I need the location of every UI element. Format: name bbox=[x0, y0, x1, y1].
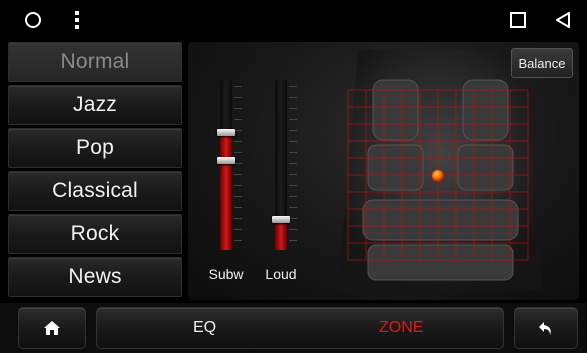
preset-jazz[interactable]: Jazz bbox=[8, 85, 182, 125]
slider-tick bbox=[289, 218, 297, 219]
slider-tick bbox=[289, 152, 297, 153]
subwoofer-knob-upper[interactable] bbox=[217, 157, 235, 164]
slider-tick bbox=[289, 207, 297, 208]
slider-tick bbox=[289, 240, 297, 241]
slider-tick bbox=[289, 130, 297, 131]
subwoofer-label: Subw bbox=[208, 266, 244, 282]
slider-tick bbox=[289, 196, 297, 197]
slider-tick bbox=[234, 97, 242, 98]
slider-tick bbox=[289, 97, 297, 98]
home-icon bbox=[44, 321, 60, 335]
slider-tick bbox=[234, 240, 242, 241]
preset-normal[interactable]: Normal bbox=[8, 42, 182, 82]
square-icon[interactable] bbox=[503, 0, 533, 40]
preset-classical[interactable]: Classical bbox=[8, 171, 182, 211]
slider-tick bbox=[234, 207, 242, 208]
loudness-knob[interactable] bbox=[272, 216, 290, 223]
slider-tick bbox=[234, 130, 242, 131]
loudness-slider[interactable]: Loud bbox=[263, 80, 299, 282]
circle-icon[interactable] bbox=[18, 0, 48, 40]
slider-tick bbox=[234, 218, 242, 219]
slider-tick bbox=[234, 174, 242, 175]
slider-tick bbox=[234, 86, 242, 87]
seat-map[interactable] bbox=[318, 50, 563, 300]
slider-tick bbox=[289, 163, 297, 164]
slider-tick bbox=[289, 108, 297, 109]
subwoofer-fill bbox=[220, 133, 232, 250]
loudness-ticks bbox=[289, 86, 297, 246]
slider-tick bbox=[289, 86, 297, 87]
tab-zone[interactable]: ZONE bbox=[379, 319, 423, 337]
loudness-label: Loud bbox=[265, 266, 297, 282]
slider-tick bbox=[234, 141, 242, 142]
slider-tick bbox=[234, 108, 242, 109]
preset-rock[interactable]: Rock bbox=[8, 214, 182, 254]
slider-tick bbox=[234, 229, 242, 230]
slider-tick bbox=[234, 185, 242, 186]
slider-tick bbox=[289, 141, 297, 142]
slider-tick bbox=[234, 196, 242, 197]
slider-tick bbox=[289, 174, 297, 175]
subwoofer-knob[interactable] bbox=[217, 129, 235, 136]
preset-news[interactable]: News bbox=[8, 257, 182, 297]
triangle-back-icon[interactable] bbox=[548, 0, 578, 40]
slider-tick bbox=[289, 229, 297, 230]
subwoofer-ticks bbox=[234, 86, 242, 246]
slider-tick bbox=[234, 152, 242, 153]
home-button[interactable] bbox=[18, 307, 86, 349]
slider-tick bbox=[289, 185, 297, 186]
slider-tick bbox=[234, 119, 242, 120]
preset-list: Normal Jazz Pop Classical Rock News bbox=[8, 42, 182, 300]
balance-button[interactable]: Balance bbox=[511, 48, 573, 78]
subwoofer-slider[interactable]: Subw bbox=[208, 80, 244, 282]
back-arrow-icon bbox=[539, 322, 551, 335]
zone-panel: Subw Loud Balance bbox=[188, 42, 579, 300]
status-bar bbox=[0, 0, 587, 40]
slider-tick bbox=[289, 119, 297, 120]
tab-eq[interactable]: EQ bbox=[193, 319, 216, 337]
bottom-bar: EQ ZONE bbox=[0, 303, 587, 353]
back-button[interactable] bbox=[514, 307, 578, 349]
slider-tick bbox=[234, 163, 242, 164]
preset-pop[interactable]: Pop bbox=[8, 128, 182, 168]
loudness-fill bbox=[275, 220, 287, 250]
balance-point[interactable] bbox=[432, 170, 444, 182]
mode-tabs: EQ ZONE bbox=[96, 307, 504, 349]
vertical-dots-icon[interactable] bbox=[62, 0, 92, 40]
